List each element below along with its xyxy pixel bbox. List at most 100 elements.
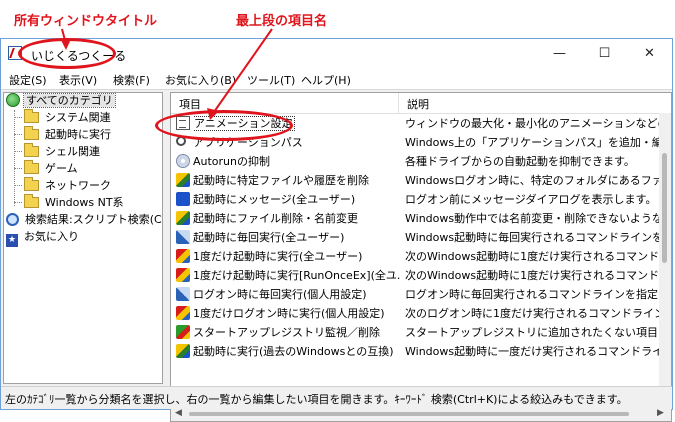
scroll-right-icon[interactable]: ▶	[657, 408, 664, 418]
list-item[interactable]: Autorunの抑制 各種ドライブからの自動起動を抑制できます。	[171, 152, 659, 171]
menu-bar: 設定(S) 表示(V) 検索(F) お気に入り(B) ツール(T) ヘルプ(H)	[1, 69, 672, 90]
tree-item-label: ゲーム	[45, 162, 78, 175]
tree-item-shell[interactable]: シェル関連	[24, 143, 102, 160]
scroll-left-icon[interactable]: ◀	[175, 408, 182, 418]
folder-icon	[24, 109, 39, 123]
tree-item-windows-nt[interactable]: Windows NT系	[24, 194, 126, 211]
tree-item-label: 起動時に実行	[45, 128, 111, 141]
menu-favorites[interactable]: お気に入り(B)	[165, 72, 236, 88]
item-description: ウィンドウの最大化・最小化のアニメーションなどの抑制	[405, 117, 659, 130]
close-button[interactable]: ✕	[627, 39, 672, 69]
maximize-button[interactable]: ☐	[582, 39, 627, 69]
tree-guide-line	[14, 185, 22, 186]
menu-view[interactable]: 表示(V)	[59, 72, 97, 88]
item-description: Windows動作中では名前変更・削除できないようなファ	[405, 212, 659, 225]
main-window: いじくるつくーる — ☐ ✕ 設定(S) 表示(V) 検索(F) お気に入り(B…	[0, 38, 673, 422]
tree-item-label: システム関連	[45, 111, 111, 124]
title-highlight-ellipse	[18, 38, 116, 69]
list-item[interactable]: 起動時にメッセージ(全ユーザー) ログオン前にメッセージダイアログを表示します。	[171, 190, 659, 209]
run-icon	[176, 211, 190, 225]
item-name: 1度だけ起動時に実行[RunOnceEx](全ユ...	[193, 269, 401, 282]
list-item[interactable]: 起動時に特定ファイルや履歴を削除 Windowsログオン時に、特定のフォルダにあ…	[171, 171, 659, 190]
item-name: 起動時に実行(過去のWindowsとの互換)	[193, 345, 394, 358]
item-description: Windowsログオン時に、特定のフォルダにあるファイルや	[405, 174, 659, 187]
menu-settings[interactable]: 設定(S)	[9, 72, 47, 88]
tree-item-favorites[interactable]: ★ お気に入り	[6, 229, 81, 247]
status-text: 左のｶﾃｺﾞﾘ一覧から分類名を選択し、右の一覧から編集したい項目を開きます。ｷｰ…	[5, 393, 628, 406]
tree-guide-line	[14, 151, 22, 152]
tree-item-label: すべてのカテゴリ	[23, 93, 116, 108]
item-highlight-ellipse	[155, 110, 293, 141]
item-name: Autorunの抑制	[193, 155, 271, 168]
menu-help[interactable]: ヘルプ(H)	[301, 72, 351, 88]
tree-guide-line	[14, 117, 22, 118]
tree-guide-line	[14, 202, 22, 203]
item-description: ログオン前にメッセージダイアログを表示します。	[405, 193, 657, 206]
folder-icon	[24, 143, 39, 157]
item-description: 各種ドライブからの自動起動を抑制できます。	[405, 155, 635, 168]
column-header-description[interactable]: 説明	[407, 96, 429, 112]
list-item[interactable]: 起動時に毎回実行(全ユーザー) Windows起動時に毎回実行されるコマンドライ…	[171, 228, 659, 247]
item-description: Windows上の「アプリケーションパス」を追加・編集・削除	[405, 136, 659, 149]
tree-item-label: お気に入り	[24, 230, 79, 243]
list-item[interactable]: 1度だけログオン時に実行(個人用設定) 次のログオン時に1度だけ実行されるコマン…	[171, 304, 659, 323]
item-list: 項目 説明 アニメーション設定 ウィンドウの最大化・最小化のアニメーションなどの…	[170, 92, 672, 422]
item-description: 次のWindows起動時に1度だけ実行されるコマンドライン	[405, 269, 659, 282]
tree-item-game[interactable]: ゲーム	[24, 160, 80, 177]
item-name: 1度だけ起動時に実行(全ユーザー)	[193, 250, 363, 263]
star-icon: ★	[6, 234, 18, 247]
tree-item-label: Windows NT系	[45, 196, 124, 209]
tree-item-network[interactable]: ネットワーク	[24, 177, 113, 194]
list-item[interactable]: 起動時に実行(過去のWindowsとの互換) Windows起動時に一度だけ実行…	[171, 342, 659, 361]
menu-search[interactable]: 検索(F)	[113, 72, 150, 88]
folder-icon	[24, 194, 39, 208]
run-icon	[176, 173, 190, 187]
list-item[interactable]: ログオン時に毎回実行(個人用設定) ログオン時に毎回実行されるコマンドラインを指…	[171, 285, 659, 304]
horizontal-scroll-thumb[interactable]	[189, 412, 629, 416]
tree-item-system[interactable]: システム関連	[24, 109, 113, 126]
horizontal-scrollbar[interactable]: ◀ ▶	[171, 407, 671, 421]
item-name: ログオン時に毎回実行(個人用設定)	[193, 288, 367, 301]
list-item[interactable]: 1度だけ起動時に実行(全ユーザー) 次のWindows起動時に1度だけ実行される…	[171, 247, 659, 266]
top-item-annotation: 最上段の項目名	[236, 14, 328, 29]
tree-guide-line	[14, 134, 22, 135]
tree-item-all-categories[interactable]: すべてのカテゴリ	[6, 93, 116, 109]
disc-icon	[176, 154, 190, 168]
item-description: Windows起動時に一度だけ実行されるコマンドライン	[405, 345, 659, 358]
tree-guide-line	[14, 168, 22, 169]
item-description: 次のWindows起動時に1度だけ実行されるコマンドライン	[405, 250, 659, 263]
list-item[interactable]: 1度だけ起動時に実行[RunOnceEx](全ユ... 次のWindows起動時…	[171, 266, 659, 285]
item-description: スタートアップレジストリに追加されたくない項目を削除	[405, 326, 659, 339]
window-title-annotation: 所有ウィンドウタイトル	[14, 14, 158, 29]
green-run-icon	[176, 325, 190, 339]
tree-guide-line	[14, 110, 15, 206]
tree-item-search-results[interactable]: 検索結果:スクリプト検索(Ct	[6, 212, 163, 228]
vertical-scrollbar[interactable]	[659, 113, 671, 405]
run-icon	[176, 344, 190, 358]
item-name: 起動時にメッセージ(全ユーザー)	[193, 193, 356, 206]
red-run-icon	[176, 306, 190, 320]
message-icon	[176, 192, 190, 206]
tree-item-label: 検索結果:スクリプト検索(Ct	[25, 213, 163, 226]
list-item[interactable]: スタートアップレジストリ監視／削除 スタートアップレジストリに追加されたくない項…	[171, 323, 659, 342]
category-tree: すべてのカテゴリ システム関連 起動時に実行 シェル関連 ゲーム ネットワーク …	[3, 92, 163, 384]
red-run-icon	[176, 268, 190, 282]
vertical-scroll-thumb[interactable]	[662, 153, 667, 263]
arrow-icon	[176, 230, 190, 244]
folder-icon	[24, 160, 39, 174]
list-item[interactable]: 起動時にファイル削除・名前変更 Windows動作中では名前変更・削除できないよ…	[171, 209, 659, 228]
globe-icon	[6, 93, 20, 107]
arrow-icon	[176, 287, 190, 301]
item-description: Windows起動時に毎回実行されるコマンドラインを指定	[405, 231, 659, 244]
item-description: ログオン時に毎回実行されるコマンドラインを指定します	[405, 288, 659, 301]
red-run-icon	[176, 249, 190, 263]
minimize-button[interactable]: —	[537, 39, 582, 69]
tree-item-label: シェル関連	[45, 145, 100, 158]
tree-item-startup[interactable]: 起動時に実行	[24, 126, 113, 143]
column-divider[interactable]	[398, 93, 399, 113]
column-header-item[interactable]: 項目	[179, 96, 201, 112]
item-name: 起動時に特定ファイルや履歴を削除	[193, 174, 369, 187]
menu-tools[interactable]: ツール(T)	[247, 72, 295, 88]
item-name: スタートアップレジストリ監視／削除	[193, 326, 380, 339]
folder-icon	[24, 177, 39, 191]
